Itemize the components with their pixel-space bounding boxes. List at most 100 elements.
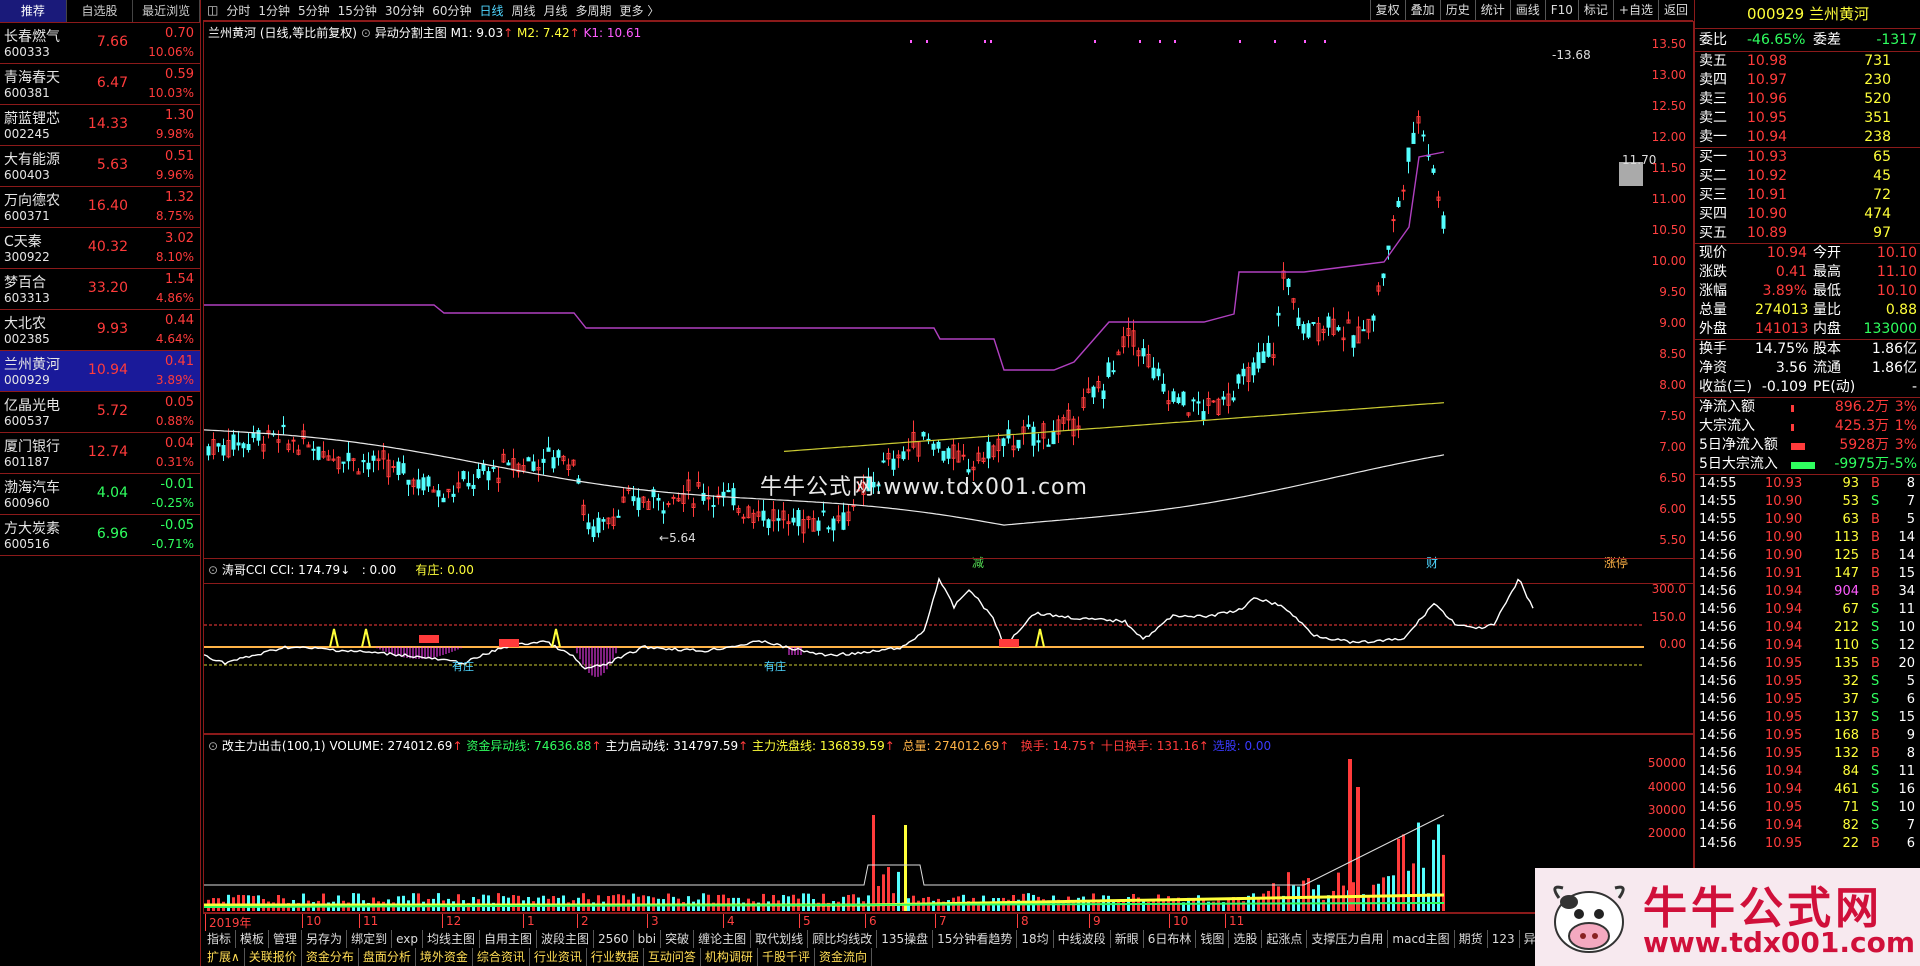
order-level[interactable]: 买三 10.91 72 bbox=[1695, 186, 1920, 205]
stock-row[interactable]: 梦百合 603313 33.20 1.54 4.86% bbox=[0, 269, 200, 310]
stock-row[interactable]: 万向德农 600371 16.40 1.32 8.75% bbox=[0, 187, 200, 228]
period-0[interactable]: 分时 bbox=[222, 2, 254, 19]
order-level[interactable]: 买二 10.92 45 bbox=[1695, 167, 1920, 186]
indicator-tab[interactable]: 135操盘 bbox=[877, 930, 934, 948]
stock-row[interactable]: 大有能源 600403 5.63 0.51 9.96% bbox=[0, 146, 200, 187]
order-level[interactable]: 卖三 10.96 520 bbox=[1695, 90, 1920, 109]
indicator-tab[interactable]: 期货 bbox=[1455, 930, 1488, 948]
indicator-tab[interactable]: 6日布林 bbox=[1144, 930, 1197, 948]
indicator-tab[interactable]: 钱图 bbox=[1196, 930, 1230, 948]
indicator-tab[interactable]: 取代划线 bbox=[751, 930, 809, 948]
order-level[interactable]: 买五 10.89 97 bbox=[1695, 224, 1920, 243]
toolbar-button-8[interactable]: 返回 bbox=[1657, 0, 1693, 20]
info-tab[interactable]: 综合资讯 bbox=[473, 948, 530, 966]
toolbar-button-0[interactable]: 复权 bbox=[1369, 0, 1405, 20]
info-tab[interactable]: 资金分布 bbox=[302, 948, 359, 966]
stock-row[interactable]: 大北农 002385 9.93 0.44 4.64% bbox=[0, 310, 200, 351]
stock-percent: -0.71% bbox=[151, 537, 194, 551]
indicator-tab[interactable]: 管理 bbox=[269, 930, 303, 948]
toolbar-button-7[interactable]: +自选 bbox=[1612, 0, 1658, 20]
indicator-tab[interactable]: 绑定到 bbox=[347, 930, 393, 948]
flow-label: 5日大宗流入 bbox=[1699, 456, 1778, 472]
period-2[interactable]: 5分钟 bbox=[294, 2, 334, 19]
indicator-tab[interactable]: 顾比均线改 bbox=[808, 930, 878, 948]
indicator-tab[interactable]: 123 bbox=[1488, 930, 1520, 948]
indicator-tab[interactable]: 另存为 bbox=[302, 930, 348, 948]
indicator-tab[interactable]: 18均 bbox=[1017, 930, 1054, 948]
tab-watchlist[interactable]: 自选股 bbox=[67, 0, 134, 22]
indicator-tab[interactable]: 支撑压力自用 bbox=[1307, 930, 1389, 948]
indicator-tab[interactable]: 起涨点 bbox=[1262, 930, 1308, 948]
indicator-tab[interactable]: 新眼 bbox=[1111, 930, 1144, 948]
toolbar-button-5[interactable]: F10 bbox=[1544, 0, 1578, 20]
tick-list[interactable]: 14:55 10.93 93 B 8 14:55 10.90 53 S 7 14:55 10.90 63… bbox=[1695, 475, 1920, 853]
tab-recent[interactable]: 最近浏览 bbox=[133, 0, 201, 22]
info-tab[interactable]: 互动问答 bbox=[644, 948, 701, 966]
stock-row[interactable]: 长春燃气 600333 7.66 0.70 10.06% bbox=[0, 23, 200, 64]
stock-row[interactable]: 厦门银行 601187 12.74 0.04 0.31% bbox=[0, 433, 200, 474]
info-tab[interactable]: 行业数据 bbox=[587, 948, 644, 966]
info-tab[interactable]: 资金流向 bbox=[815, 948, 872, 966]
period-3[interactable]: 15分钟 bbox=[334, 2, 381, 19]
order-level[interactable]: 卖五 10.98 731 bbox=[1695, 52, 1920, 71]
cci-panel[interactable]: ⊙ 涛哥CCI CCI: 174.79↓ : 0.00 有庄: 0.00 有庄 … bbox=[203, 558, 1694, 734]
volume-panel[interactable]: ⊙ 改主力出击(100,1) VOLUME: 274012.69↑ 资金异动线:… bbox=[203, 734, 1694, 914]
order-level[interactable]: 买一 10.93 65 bbox=[1695, 148, 1920, 167]
period-6[interactable]: 日线 bbox=[475, 2, 507, 19]
stock-row[interactable]: 兰州黄河 000929 10.94 0.41 3.89% bbox=[0, 351, 200, 392]
period-7[interactable]: 周线 bbox=[508, 2, 540, 19]
indicator-tab[interactable]: 突破 bbox=[661, 930, 695, 948]
info-tab[interactable]: 机构调研 bbox=[701, 948, 758, 966]
sidebar-toggle-icon[interactable]: ◫ bbox=[203, 3, 222, 17]
info-tab[interactable]: 行业资讯 bbox=[530, 948, 587, 966]
indicator-tab[interactable]: 2560 bbox=[594, 930, 634, 948]
period-5[interactable]: 60分钟 bbox=[428, 2, 475, 19]
indicator-tab[interactable]: 波段主图 bbox=[537, 930, 595, 948]
period-4[interactable]: 30分钟 bbox=[381, 2, 428, 19]
toolbar-button-2[interactable]: 历史 bbox=[1439, 0, 1475, 20]
info-tab[interactable]: 盘面分析 bbox=[359, 948, 416, 966]
main-chart-panel[interactable]: 兰州黄河 (日线,等比前复权) ⊙ 异动分割主图 M1: 9.03↑ M2: 7… bbox=[203, 21, 1694, 584]
stock-row[interactable]: 渤海汽车 600960 4.04 -0.01 -0.25% bbox=[0, 474, 200, 515]
info-tab[interactable]: 千股千评 bbox=[758, 948, 815, 966]
indicator-tab[interactable]: exp bbox=[392, 930, 423, 948]
indicator-tab[interactable]: 自用主图 bbox=[480, 930, 537, 948]
indicator-tab[interactable]: 均线主图 bbox=[423, 930, 480, 948]
info-tab[interactable]: 扩展∧ bbox=[203, 948, 245, 966]
flow-row: 5日大宗流入 -9975万 -5% bbox=[1695, 455, 1920, 474]
info-tab[interactable]: 境外资金 bbox=[416, 948, 473, 966]
period-10[interactable]: 更多 〉 bbox=[616, 2, 664, 19]
indicator-tab[interactable]: 指标 bbox=[203, 930, 237, 948]
indicator-tab[interactable]: 模板 bbox=[236, 930, 270, 948]
order-level[interactable]: 卖四 10.97 230 bbox=[1695, 71, 1920, 90]
candle-body bbox=[1391, 219, 1396, 222]
order-level[interactable]: 卖一 10.94 238 bbox=[1695, 128, 1920, 147]
indicator-tab[interactable]: macd主图 bbox=[1388, 930, 1455, 948]
candle-body bbox=[1306, 323, 1311, 338]
period-8[interactable]: 月线 bbox=[540, 2, 572, 19]
indicator-tab[interactable]: 15分钟看趋势 bbox=[933, 930, 1018, 948]
volume-bar bbox=[1287, 872, 1290, 911]
toolbar-button-6[interactable]: 标记 bbox=[1577, 0, 1613, 20]
stock-row[interactable]: 青海春天 600381 6.47 0.59 10.03% bbox=[0, 64, 200, 105]
indicator-tab[interactable]: 缠论主图 bbox=[694, 930, 752, 948]
stock-row[interactable]: 方大炭素 600516 6.96 -0.05 -0.71% bbox=[0, 515, 200, 556]
stock-row[interactable]: C天秦 300922 40.32 3.02 8.10% bbox=[0, 228, 200, 269]
toolbar-button-1[interactable]: 叠加 bbox=[1404, 0, 1440, 20]
info-tab[interactable]: 关联报价 bbox=[245, 948, 302, 966]
stock-row[interactable]: 亿晶光电 600537 5.72 0.05 0.88% bbox=[0, 392, 200, 433]
volume-bar bbox=[242, 895, 245, 911]
toolbar-button-4[interactable]: 画线 bbox=[1509, 0, 1545, 20]
indicator-tab[interactable]: 选股 bbox=[1229, 930, 1263, 948]
toolbar-button-3[interactable]: 统计 bbox=[1474, 0, 1510, 20]
indicator-tab[interactable]: bbi bbox=[634, 930, 662, 948]
volume-bar bbox=[512, 895, 515, 911]
order-level[interactable]: 卖二 10.95 351 bbox=[1695, 109, 1920, 128]
stock-change: 1.54 bbox=[165, 272, 194, 287]
indicator-tab[interactable]: 中线波段 bbox=[1054, 930, 1111, 948]
order-level[interactable]: 买四 10.90 474 bbox=[1695, 205, 1920, 224]
stock-row[interactable]: 蔚蓝锂芯 002245 14.33 1.30 9.98% bbox=[0, 105, 200, 146]
tab-recommend[interactable]: 推荐 bbox=[0, 0, 67, 22]
period-9[interactable]: 多周期 bbox=[572, 2, 616, 19]
period-1[interactable]: 1分钟 bbox=[254, 2, 294, 19]
